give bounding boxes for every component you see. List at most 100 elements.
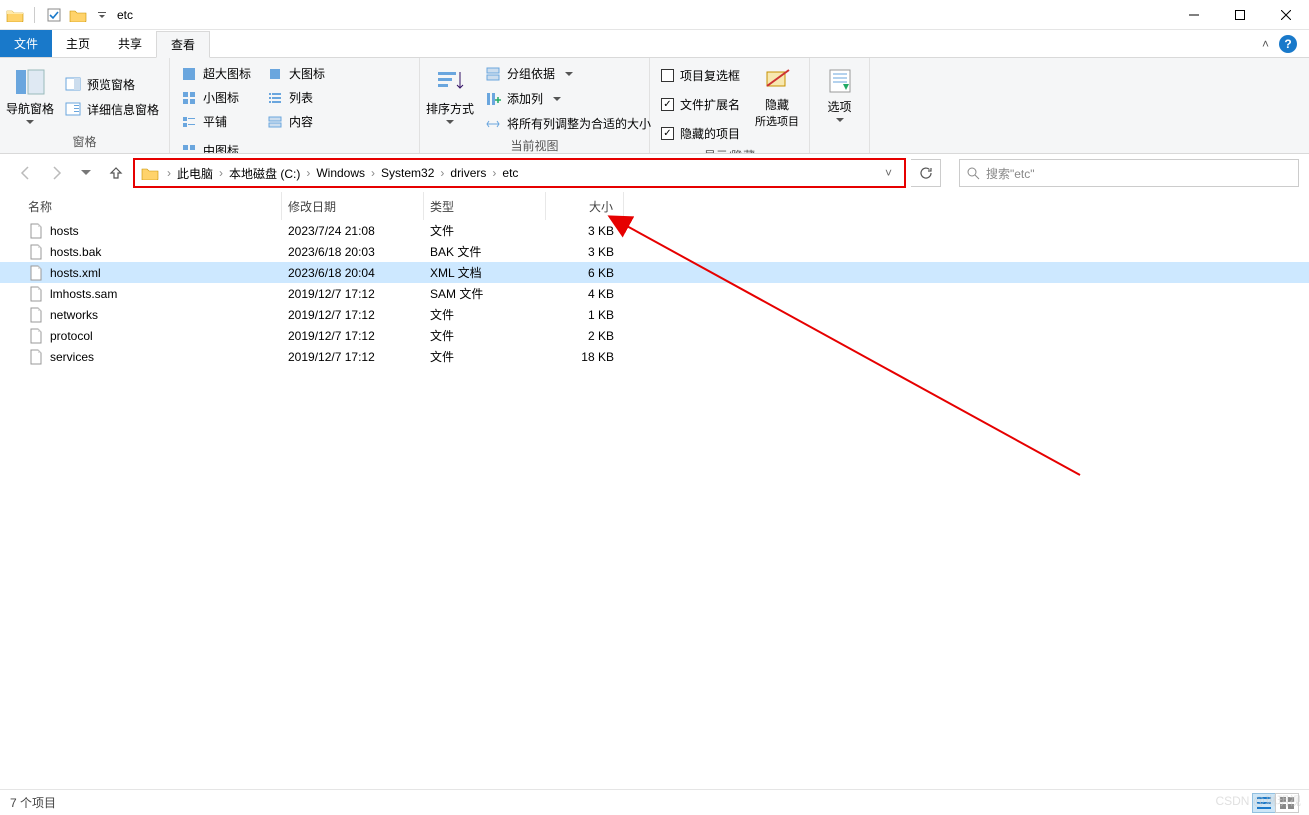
- navigation-pane-button[interactable]: 导航窗格: [6, 62, 54, 131]
- forward-button[interactable]: [44, 161, 68, 185]
- file-name: hosts.bak: [50, 245, 101, 259]
- view-small-icons[interactable]: 小图标: [176, 86, 256, 109]
- file-row[interactable]: services2019/12/7 17:12文件18 KB: [0, 346, 1309, 367]
- file-name: lmhosts.sam: [50, 287, 117, 301]
- file-row[interactable]: hosts.xml 2023/6/18 20:04XML 文档6 KB: [0, 262, 1309, 283]
- search-icon: [966, 166, 980, 180]
- file-date: 2023/6/18 20:04: [282, 266, 424, 280]
- file-name: hosts.xml: [50, 266, 101, 280]
- item-checkboxes-toggle[interactable]: 项目复选框: [656, 64, 745, 87]
- address-bar[interactable]: › 此电脑›本地磁盘 (C:)›Windows›System32›drivers…: [134, 159, 905, 187]
- hide-selected-button[interactable]: 隐藏 所选项目: [751, 62, 803, 145]
- recent-locations-button[interactable]: [74, 161, 98, 185]
- tab-share[interactable]: 共享: [104, 30, 156, 57]
- breadcrumb-separator: ›: [490, 166, 498, 180]
- breadcrumb-segment[interactable]: Windows: [312, 166, 369, 180]
- file-name: hosts: [50, 224, 79, 238]
- breadcrumb-segment[interactable]: System32: [377, 166, 438, 180]
- watermark: CSDN @琳玥视: [1215, 792, 1301, 809]
- file-size: 3 KB: [546, 224, 624, 238]
- address-dropdown-icon[interactable]: ˅: [877, 166, 900, 180]
- file-date: 2019/12/7 17:12: [282, 350, 424, 364]
- ribbon-group-showhide-label: 显示/隐藏: [656, 145, 803, 154]
- file-size: 4 KB: [546, 287, 624, 301]
- file-row[interactable]: lmhosts.sam 2019/12/7 17:12SAM 文件4 KB: [0, 283, 1309, 304]
- qat-folder-icon[interactable]: [67, 4, 89, 26]
- chevron-down-icon: [446, 120, 454, 125]
- titlebar: etc: [0, 0, 1309, 30]
- breadcrumb-segment[interactable]: 此电脑: [173, 165, 217, 182]
- ribbon: 导航窗格 预览窗格 详细信息窗格 窗格 超大图标 小图标 平铺: [0, 58, 1309, 154]
- preview-pane-button[interactable]: 预览窗格: [60, 73, 164, 96]
- nav-row: › 此电脑›本地磁盘 (C:)›Windows›System32›drivers…: [0, 154, 1309, 192]
- minimize-button[interactable]: [1171, 0, 1217, 30]
- app-folder-icon: [4, 4, 26, 26]
- column-headers: 名称 修改日期 类型 大小: [0, 192, 1309, 220]
- options-button[interactable]: 选项: [816, 62, 863, 134]
- file-size: 2 KB: [546, 329, 624, 343]
- file-name: services: [50, 350, 94, 364]
- file-size: 18 KB: [546, 350, 624, 364]
- sort-by-button[interactable]: 排序方式: [426, 62, 474, 135]
- group-by-button[interactable]: 分组依据: [480, 62, 656, 85]
- view-tiles[interactable]: 平铺: [176, 110, 256, 133]
- file-size: 6 KB: [546, 266, 624, 280]
- file-type: SAM 文件: [424, 285, 546, 302]
- qat-dropdown-icon[interactable]: [91, 4, 113, 26]
- view-extra-large-icons[interactable]: 超大图标: [176, 62, 256, 85]
- collapse-ribbon-icon[interactable]: ˄: [1262, 37, 1269, 51]
- file-row[interactable]: protocol 2019/12/7 17:12文件2 KB: [0, 325, 1309, 346]
- hidden-items-toggle[interactable]: 隐藏的项目: [656, 122, 745, 145]
- details-pane-button[interactable]: 详细信息窗格: [60, 98, 164, 121]
- file-size: 1 KB: [546, 308, 624, 322]
- file-type: XML 文档: [424, 264, 546, 281]
- file-extensions-toggle[interactable]: 文件扩展名: [656, 93, 745, 116]
- help-button[interactable]: ?: [1279, 35, 1297, 53]
- breadcrumb-segment[interactable]: etc: [498, 166, 522, 180]
- refresh-button[interactable]: [911, 159, 941, 187]
- file-date: 2019/12/7 17:12: [282, 287, 424, 301]
- file-row[interactable]: hosts2023/7/24 21:08文件3 KB: [0, 220, 1309, 241]
- breadcrumb-separator: ›: [369, 166, 377, 180]
- file-name: protocol: [50, 329, 93, 343]
- breadcrumb-separator: ›: [438, 166, 446, 180]
- ribbon-group-panes-label: 窗格: [6, 131, 163, 153]
- file-type: 文件: [424, 327, 546, 344]
- view-medium-icons[interactable]: 中图标: [176, 139, 270, 154]
- autosize-columns-button[interactable]: 将所有列调整为合适的大小: [480, 112, 656, 135]
- column-header-type[interactable]: 类型: [424, 192, 546, 220]
- file-date: 2019/12/7 17:12: [282, 308, 424, 322]
- tab-view[interactable]: 查看: [156, 31, 210, 58]
- column-header-date[interactable]: 修改日期: [282, 192, 424, 220]
- ribbon-group-currentview-label: 当前视图: [426, 135, 643, 154]
- status-item-count: 7 个项目: [10, 794, 56, 811]
- file-date: 2019/12/7 17:12: [282, 329, 424, 343]
- file-date: 2023/7/24 21:08: [282, 224, 424, 238]
- breadcrumb-separator: ›: [304, 166, 312, 180]
- up-button[interactable]: [104, 161, 128, 185]
- add-columns-button[interactable]: 添加列: [480, 87, 656, 110]
- back-button[interactable]: [14, 161, 38, 185]
- chevron-down-icon: [836, 118, 844, 123]
- view-content[interactable]: 内容: [262, 110, 330, 133]
- view-list[interactable]: 列表: [262, 86, 330, 109]
- file-name: networks: [50, 308, 98, 322]
- column-header-name[interactable]: 名称: [22, 192, 282, 220]
- search-input[interactable]: 搜索"etc": [959, 159, 1299, 187]
- tab-home[interactable]: 主页: [52, 30, 104, 57]
- tab-file[interactable]: 文件: [0, 30, 52, 57]
- file-size: 3 KB: [546, 245, 624, 259]
- breadcrumb-segment[interactable]: drivers: [446, 166, 490, 180]
- window-title: etc: [113, 8, 133, 22]
- qat-checkbox-icon[interactable]: [43, 4, 65, 26]
- breadcrumb-segment[interactable]: 本地磁盘 (C:): [225, 165, 304, 182]
- chevron-down-icon: [26, 120, 34, 125]
- maximize-button[interactable]: [1217, 0, 1263, 30]
- column-header-size[interactable]: 大小: [546, 192, 624, 220]
- close-button[interactable]: [1263, 0, 1309, 30]
- folder-icon: [141, 166, 159, 180]
- file-list: 名称 修改日期 类型 大小 hosts 2023/7/24 21:08 文件 3 KB…: [0, 192, 1309, 789]
- file-row[interactable]: hosts.bak2023/6/18 20:03BAK 文件3 KB: [0, 241, 1309, 262]
- view-large-icons[interactable]: 大图标: [262, 62, 330, 85]
- file-row[interactable]: networks2019/12/7 17:12文件1 KB: [0, 304, 1309, 325]
